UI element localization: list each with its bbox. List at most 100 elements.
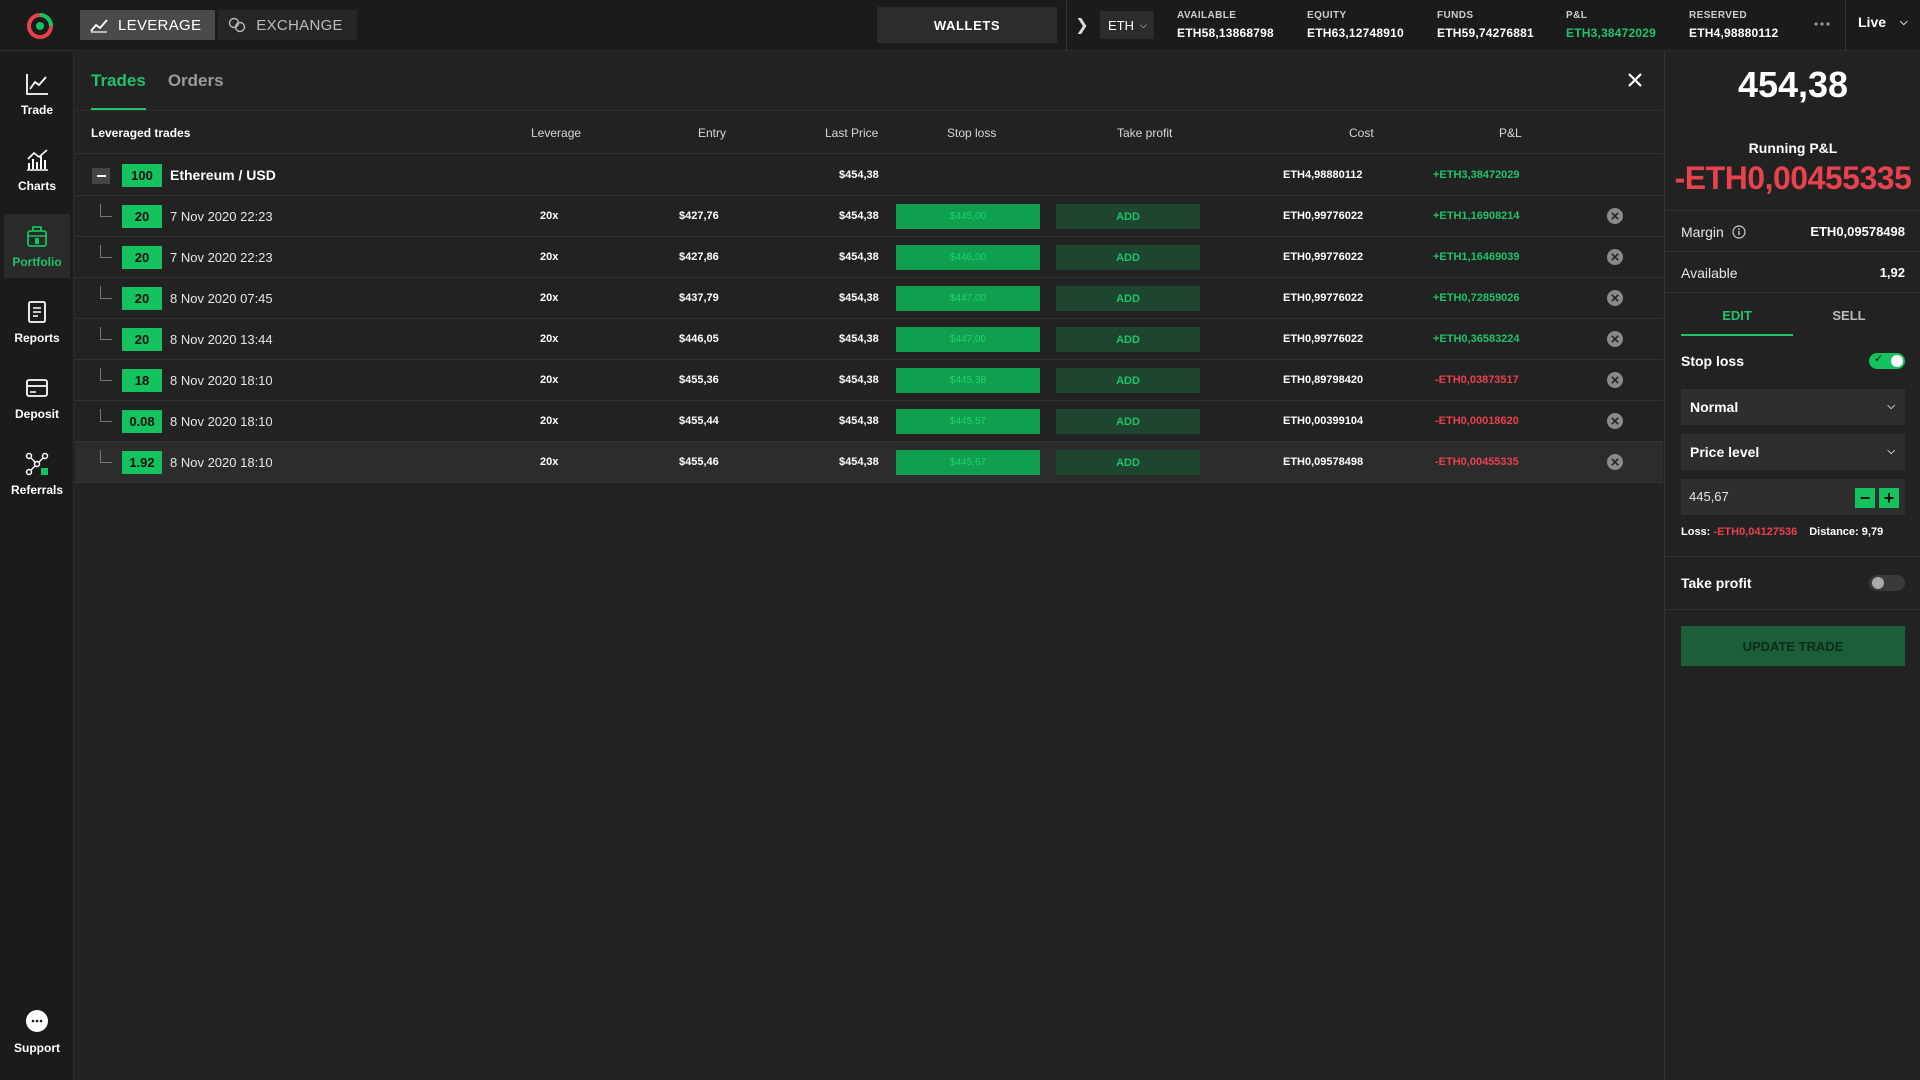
tab-orders[interactable]: Orders bbox=[168, 52, 224, 110]
header-stop-loss: Stop loss bbox=[947, 126, 997, 140]
plus-icon[interactable]: + bbox=[1879, 488, 1899, 508]
stop-price-input[interactable]: 445,67 − + bbox=[1681, 479, 1905, 515]
table-group-row[interactable]: 100 Ethereum / USD $454,38 ETH4,98880112… bbox=[75, 155, 1663, 196]
wallets-button[interactable]: WALLETS bbox=[877, 7, 1057, 43]
take-profit-toggle[interactable] bbox=[1869, 575, 1905, 591]
stop-loss-label: Stop loss bbox=[1681, 353, 1745, 369]
more-dots-icon[interactable] bbox=[1812, 18, 1832, 30]
exchange-mode-button[interactable]: EXCHANGE bbox=[218, 10, 357, 40]
chevron-right-icon[interactable]: ❯ bbox=[1074, 14, 1090, 36]
sidebar-item-charts[interactable]: Charts bbox=[4, 138, 70, 202]
pl-value: +ETH0,36583224 bbox=[1433, 333, 1520, 345]
leverage-mode-button[interactable]: LEVERAGE bbox=[80, 10, 216, 40]
take-profit-add-button[interactable]: ADD bbox=[1056, 450, 1200, 475]
close-trade-icon[interactable] bbox=[1606, 371, 1624, 389]
close-trade-icon[interactable] bbox=[1606, 289, 1624, 307]
margin-value: ETH0,09578498 bbox=[1810, 224, 1905, 239]
stop-loss-toggle[interactable]: ✓ bbox=[1869, 353, 1905, 369]
take-profit-add-button[interactable]: ADD bbox=[1056, 327, 1200, 352]
trade-date: 8 Nov 2020 13:44 bbox=[170, 332, 273, 347]
sidebar-item-reports[interactable]: Reports bbox=[4, 290, 70, 354]
loss-distance-info: Loss: -ETH0,04127536 Distance: 9,79 bbox=[1681, 526, 1883, 538]
leverage-value: 20x bbox=[540, 333, 559, 345]
take-profit-add-button[interactable]: ADD bbox=[1056, 409, 1200, 434]
tree-connector bbox=[100, 327, 112, 340]
check-icon: ✓ bbox=[1874, 353, 1884, 365]
sidebar-item-portfolio[interactable]: Portfolio bbox=[4, 214, 70, 278]
stop-loss-button[interactable]: $446,00 bbox=[896, 245, 1040, 270]
stop-loss-button[interactable]: $445,00 bbox=[896, 204, 1040, 229]
stat-label: P&L bbox=[1566, 10, 1588, 21]
divider bbox=[1845, 0, 1846, 51]
sidebar-item-label: Referrals bbox=[10, 483, 64, 497]
tab-sell[interactable]: SELL bbox=[1793, 294, 1905, 336]
table-row[interactable]: 20 7 Nov 2020 22:23 20x $427,76 $454,38 $445,… bbox=[75, 196, 1663, 237]
close-trade-icon[interactable] bbox=[1606, 412, 1624, 430]
entry-price: $455,36 bbox=[679, 374, 719, 386]
sidebar-item-label: Trade bbox=[20, 103, 53, 117]
trigger-type-select[interactable]: Price level ⌵ bbox=[1681, 434, 1905, 470]
stop-loss-row: Stop loss ✓ bbox=[1681, 350, 1905, 374]
table-row[interactable]: 20 8 Nov 2020 13:44 20x $446,05 $454,38 $447,… bbox=[75, 319, 1663, 360]
stop-loss-button[interactable]: $445,38 bbox=[896, 368, 1040, 393]
currency-select[interactable]: ETH ⌵ bbox=[1100, 11, 1154, 39]
collapse-icon[interactable] bbox=[92, 168, 110, 184]
header-last-price: Last Price bbox=[825, 126, 879, 140]
table-row[interactable]: 0.08 8 Nov 2020 18:10 20x $455,44 $454,38 $44… bbox=[75, 401, 1663, 442]
trade-date: 8 Nov 2020 18:10 bbox=[170, 373, 273, 388]
minus-icon[interactable]: − bbox=[1855, 488, 1875, 508]
stop-loss-button[interactable]: $445,67 bbox=[896, 450, 1040, 475]
quantity-badge: 20 bbox=[122, 246, 162, 269]
trade-detail-panel: 454,38 Running P&L -ETH0,00455335 Margin… bbox=[1664, 52, 1920, 1080]
stat-label: FUNDS bbox=[1437, 10, 1474, 21]
loss-value: -ETH0,04127536 bbox=[1713, 526, 1798, 538]
edit-sell-tabs: EDIT SELL bbox=[1681, 294, 1905, 336]
quantity-badge: 20 bbox=[122, 205, 162, 228]
tab-edit[interactable]: EDIT bbox=[1681, 294, 1793, 336]
sidebar-item-referrals[interactable]: Referrals bbox=[4, 442, 70, 506]
pl-value: +ETH3,38472029 bbox=[1433, 169, 1520, 181]
stop-loss-button[interactable]: $445,57 bbox=[896, 409, 1040, 434]
stat-label: EQUITY bbox=[1307, 10, 1347, 21]
pl-value: -ETH0,00018620 bbox=[1435, 415, 1519, 427]
distance-label: Distance: bbox=[1809, 526, 1859, 538]
close-trade-icon[interactable] bbox=[1606, 248, 1624, 266]
running-pl-value: -ETH0,00455335 bbox=[1674, 160, 1912, 196]
table-row[interactable]: 20 8 Nov 2020 07:45 20x $437,79 $454,38 $447,… bbox=[75, 278, 1663, 319]
pair-name: Ethereum / USD bbox=[170, 167, 276, 183]
take-profit-add-button[interactable]: ADD bbox=[1056, 204, 1200, 229]
stat-value: ETH63,12748910 bbox=[1307, 26, 1404, 40]
close-trade-icon[interactable] bbox=[1606, 207, 1624, 225]
tab-trades[interactable]: Trades bbox=[91, 52, 146, 110]
stop-loss-button[interactable]: $447,00 bbox=[896, 327, 1040, 352]
update-trade-button[interactable]: UPDATE TRADE bbox=[1681, 626, 1905, 666]
logo-icon[interactable] bbox=[26, 12, 54, 40]
take-profit-add-button[interactable]: ADD bbox=[1056, 245, 1200, 270]
sidebar-item-trade[interactable]: Trade bbox=[4, 62, 70, 126]
table-row[interactable]: 1.92 8 Nov 2020 18:10 20x $455,46 $454,38 $44… bbox=[75, 442, 1663, 483]
info-icon[interactable] bbox=[1732, 225, 1746, 239]
loss-label: Loss: bbox=[1681, 526, 1711, 538]
trade-chart-icon bbox=[26, 74, 48, 95]
order-type-select[interactable]: Normal ⌵ bbox=[1681, 389, 1905, 425]
sidebar-item-deposit[interactable]: Deposit bbox=[4, 366, 70, 430]
cost: ETH0,99776022 bbox=[1283, 210, 1364, 222]
current-price: 454,38 bbox=[1737, 64, 1849, 105]
close-icon[interactable] bbox=[1623, 68, 1647, 92]
sidebar-item-support[interactable]: Support bbox=[4, 1000, 70, 1064]
stop-loss-button[interactable]: $447,00 bbox=[896, 286, 1040, 311]
close-trade-icon[interactable] bbox=[1606, 453, 1624, 471]
table-row[interactable]: 18 8 Nov 2020 18:10 20x $455,36 $454,38 $445,… bbox=[75, 360, 1663, 401]
take-profit-add-button[interactable]: ADD bbox=[1056, 368, 1200, 393]
deposit-icon bbox=[26, 379, 48, 397]
last-price: $454,38 bbox=[839, 210, 879, 222]
header-take-profit: Take profit bbox=[1117, 126, 1173, 140]
take-profit-add-button[interactable]: ADD bbox=[1056, 286, 1200, 311]
chevron-down-icon: ⌵ bbox=[1887, 401, 1895, 412]
pl-value: +ETH1,16469039 bbox=[1433, 251, 1520, 263]
leverage-value: 20x bbox=[540, 251, 559, 263]
close-trade-icon[interactable] bbox=[1606, 330, 1624, 348]
live-mode-select[interactable]: Live ⌵ bbox=[1858, 14, 1908, 30]
table-row[interactable]: 20 7 Nov 2020 22:23 20x $427,86 $454,38 $446,… bbox=[75, 237, 1663, 278]
pl-value: +ETH0,72859026 bbox=[1433, 292, 1520, 304]
